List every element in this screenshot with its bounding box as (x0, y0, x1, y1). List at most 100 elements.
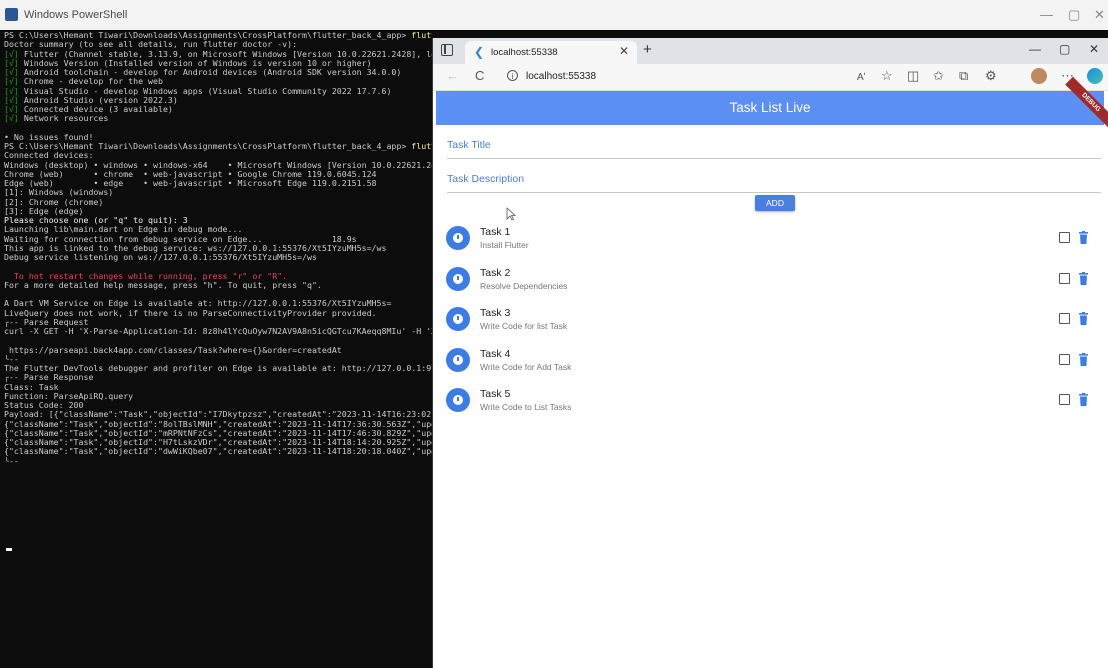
profile-avatar[interactable] (1031, 68, 1047, 84)
console-line: {"className":"Task","objectId":"mRPNtNFz… (4, 429, 432, 438)
browser-minimize-button[interactable]: — (1029, 43, 1041, 56)
ps-minimize-button[interactable]: — (1040, 8, 1053, 22)
new-tab-button[interactable]: + (643, 42, 652, 58)
console-line-text: {"className":"Task","objectId":"H7tLskzV… (4, 438, 432, 447)
address-text[interactable]: localhost:55338 (526, 71, 596, 82)
console-line-text: • No issues found! (4, 132, 94, 142)
console-line-text: Status Code: 200 (4, 401, 84, 410)
console-line: https://parseapi.back4app.com/classes/Ta… (4, 346, 432, 355)
console-line: {"className":"Task","objectId":"8olTBslM… (4, 420, 432, 429)
console-line: [2]: Chrome (chrome) (4, 198, 432, 207)
task-list-item[interactable]: Task 2 Resolve Dependencies (436, 259, 1104, 299)
copilot-icon[interactable] (1087, 68, 1103, 84)
console-line: ╭-- Parse Request (4, 318, 432, 327)
console-line: This app is linked to the debug service:… (4, 244, 432, 253)
task-title: Task 5 (480, 388, 511, 400)
console-line-text: Windows Version (Installed version of Wi… (18, 58, 372, 68)
delete-icon[interactable] (1079, 352, 1088, 366)
ps-close-button[interactable]: ✕ (1094, 8, 1105, 22)
console-line: • No issues found! (4, 133, 432, 142)
task-done-checkbox[interactable] (1059, 272, 1070, 284)
console-line: [√] Android Studio (version 2022.3) (4, 96, 432, 105)
console-line: To hot restart changes while running, pr… (4, 272, 432, 281)
back-button[interactable]: ← (446, 69, 459, 83)
task-description-label: Task Description (447, 173, 525, 185)
task-done-checkbox[interactable] (1059, 353, 1070, 365)
task-description: Write Code to List Tasks (480, 402, 572, 412)
collections-icon[interactable]: ⧉ (959, 69, 968, 83)
console-line-text: https://parseapi.back4app.com/classes/Ta… (4, 345, 342, 355)
console-line: PS C:\Users\Hemant Tiwari\Downloads\Assi… (4, 31, 432, 40)
site-info-icon[interactable]: i (507, 70, 518, 81)
ps-maximize-button[interactable]: ▢ (1068, 8, 1080, 22)
favorite-star-icon[interactable]: ☆ (881, 69, 893, 83)
tab-strip: ❮ localhost:55338 ✕ + — ▢ ✕ (433, 38, 1108, 64)
favorites-icon[interactable]: ✩ (933, 69, 944, 83)
console-line-text: A Dart VM Service on Edge is available a… (4, 299, 392, 309)
task-done-checkbox[interactable] (1059, 313, 1070, 324)
console-line-text: Edge (web) • edge • web-javascript • Mic… (4, 179, 377, 188)
task-title-field[interactable]: Task Title (447, 134, 1101, 159)
console-line: The Flutter DevTools debugger and profil… (4, 364, 432, 373)
console-cursor (6, 548, 12, 551)
tab-actions-icon[interactable] (441, 44, 453, 56)
task-list-item[interactable]: Task 4 Write Code for Add Task (436, 340, 1104, 380)
delete-icon[interactable] (1079, 271, 1088, 285)
task-list-item[interactable]: Task 3 Write Code for list Task (436, 299, 1104, 339)
console-line-text: Waiting for connection from debug servic… (4, 234, 357, 244)
split-screen-icon[interactable]: ◫ (907, 69, 919, 83)
console-line-text: Android Studio (version 2022.3) (18, 95, 178, 105)
console-line: Function: ParseApiRQ.query (4, 392, 432, 401)
console-line: Status Code: 200 (4, 401, 432, 410)
check-mark: [√] (4, 114, 19, 124)
browser-tab[interactable]: ❮ localhost:55338 ✕ (465, 41, 637, 64)
console-line: [√] Connected device (3 available) (4, 105, 432, 114)
tab-close-icon[interactable]: ✕ (619, 45, 629, 58)
task-title: Task 4 (480, 347, 511, 360)
console-line: Debug service listening on ws://127.0.0.… (4, 253, 432, 262)
delete-icon[interactable] (1079, 312, 1088, 325)
task-title: Task 3 (480, 307, 511, 319)
console-line-text: Flutter (Channel stable, 3.13.9, on Micr… (18, 49, 432, 59)
console-line: Chrome (web) • chrome • web-javascript •… (4, 170, 432, 179)
console-line: ╰-- (4, 355, 432, 364)
console-line-text: Chrome - develop for the web (18, 77, 163, 87)
task-description-field[interactable]: Task Description (447, 168, 1101, 193)
console-output[interactable]: PS C:\Users\Hemant Tiwari\Downloads\Assi… (4, 31, 432, 531)
task-done-checkbox[interactable] (1059, 232, 1070, 243)
console-line-text: ╰-- (4, 354, 19, 364)
flutter-app: Task List Live DEBUG Task Title Task Des… (436, 76, 1108, 668)
read-aloud-icon[interactable]: Aʹ (857, 71, 866, 85)
console-line-text: Function: ParseApiRQ.query (4, 391, 134, 401)
browser-close-button[interactable]: ✕ (1089, 43, 1099, 56)
console-line: [1]: Windows (windows) (4, 188, 432, 197)
task-done-checkbox[interactable] (1059, 394, 1070, 405)
console-line-text: Please choose one (or "q" to quit): 3 (4, 216, 188, 225)
delete-icon[interactable] (1079, 231, 1088, 244)
console-line: [√] Network resources (4, 114, 432, 123)
console-line: Launching lib\main.dart on Edge in debug… (4, 225, 432, 234)
console-line-text: {"className":"Task","objectId":"8olTBslM… (4, 419, 432, 429)
console-line: [3]: Edge (edge) (4, 207, 432, 216)
task-description: Install Flutter (480, 240, 529, 250)
browser-maximize-button[interactable]: ▢ (1059, 43, 1070, 56)
task-list-item[interactable]: Task 5 Write Code to List Tasks (436, 380, 1104, 420)
extensions-icon[interactable]: ⚙ (985, 69, 997, 83)
console-line: Waiting for connection from debug servic… (4, 235, 432, 244)
console-line: Payload: [{"className":"Task","objectId"… (4, 410, 432, 419)
powershell-title: Windows PowerShell (24, 9, 128, 21)
delete-icon[interactable] (1079, 393, 1088, 406)
add-task-button[interactable]: ADD (755, 195, 795, 211)
console-line-text: The Flutter DevTools debugger and profil… (4, 364, 432, 373)
refresh-button[interactable]: C (475, 69, 484, 83)
address-bar[interactable]: i localhost:55338 (497, 67, 787, 86)
console-line: {"className":"Task","objectId":"H7tLskzV… (4, 438, 432, 447)
task-list-item[interactable]: Task 1 Install Flutter (436, 218, 1104, 258)
check-mark: [√] (4, 77, 19, 87)
console-line: ╭-- Parse Response (4, 373, 432, 382)
console-line-text: PS C:\Users\Hemant Tiwari\Downloads\Assi… (4, 31, 412, 40)
console-line-text: Doctor summary (to see all details, run … (4, 40, 298, 50)
powershell-icon (5, 8, 18, 21)
